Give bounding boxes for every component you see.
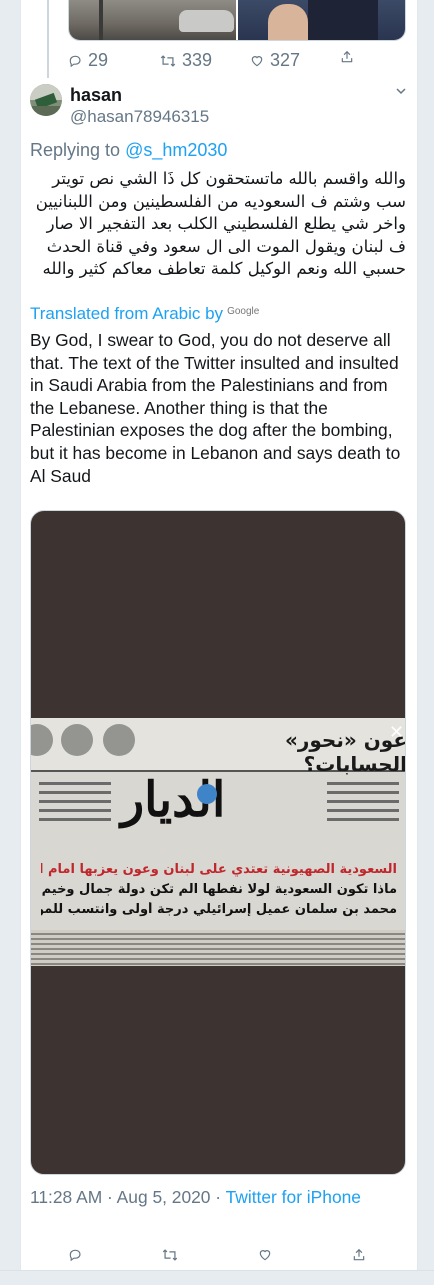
retweet-button[interactable] [162,1248,178,1262]
reply-count: 29 [88,50,109,70]
tweet-text-original: والله واقسم بالله ماتستحقون كل ذَا الشي … [35,169,406,278]
newspaper-globe-logo [197,784,217,804]
reply-button[interactable]: 29 [68,50,108,71]
newspaper-headline: محمد بن سلمان عميل إسرائيلي درجة أولى وا… [41,902,397,917]
display-name[interactable]: hasan [70,85,122,106]
tweet-actions [68,1248,368,1266]
translated-from-label[interactable]: Translated from Arabic by Google [30,304,259,324]
avatar[interactable] [30,84,62,116]
caret-down-icon[interactable] [394,84,408,98]
user-handle[interactable]: @hasan78946315 [70,107,209,127]
tweet-source-link[interactable]: Twitter for iPhone [226,1187,361,1207]
timeline-gap [0,1270,434,1285]
newspaper-headline: ماذا تكون السعودية لولا نفطها الم تكن دو… [41,882,397,897]
newspaper-headline: السعودية الصهيونية تعتدي على لبنان وعون … [41,862,397,877]
translated-label-text: Translated from Arabic by [30,304,224,323]
google-logo: Google [227,305,260,317]
newspaper-side-column-right [323,776,403,846]
newspaper-headlines: السعودية الصهيونية تعتدي على لبنان وعون … [31,858,405,922]
tweet-meta: 11:28 AM · Aug 5, 2020 · Twitter for iPh… [30,1186,404,1208]
newspaper-photo: عون «نحور» الحسابات؟ ✕ الديار السعودية ا… [31,718,405,966]
like-icon [251,55,263,66]
like-count: 327 [270,50,301,70]
replying-prefix: Replying to [30,140,121,160]
newspaper-top-banner: عون «نحور» الحسابات؟ ✕ [31,718,405,776]
share-icon [341,50,353,63]
image-overlay-icons [31,724,141,756]
previous-tweet-photo-1[interactable] [69,0,236,40]
replying-to: Replying to @s_hm2030 [30,140,227,161]
retweet-icon [160,54,176,67]
retweet-count: 339 [182,50,213,70]
close-icon: ✕ [389,722,405,742]
tweet-media-image[interactable]: عون «نحور» الحسابات؟ ✕ الديار السعودية ا… [30,510,406,1175]
reply-icon [69,1249,81,1262]
previous-tweet-media[interactable] [68,0,406,41]
share-button[interactable] [352,1248,366,1262]
like-icon [259,1250,271,1261]
reply-button[interactable] [68,1248,82,1262]
newspaper-body-text [31,930,405,966]
thread-connector-line [47,0,49,78]
tweet-text-translation: By God, I swear to God, you do not deser… [30,330,401,486]
share-icon [353,1248,365,1261]
reply-icon [69,55,81,67]
retweet-button[interactable]: 339 [160,50,212,71]
newspaper-top-headline: عون «نحور» الحسابات؟ [284,728,406,776]
replying-mention-link[interactable]: @s_hm2030 [125,140,227,160]
tweet-timestamp[interactable]: 11:28 AM · Aug 5, 2020 · [30,1187,221,1207]
newspaper-side-column-left [35,776,115,846]
previous-tweet-photo-2[interactable] [238,0,405,40]
like-button[interactable] [258,1248,272,1262]
share-button[interactable] [340,50,354,64]
like-button[interactable]: 327 [250,50,300,71]
retweet-icon [162,1249,178,1261]
